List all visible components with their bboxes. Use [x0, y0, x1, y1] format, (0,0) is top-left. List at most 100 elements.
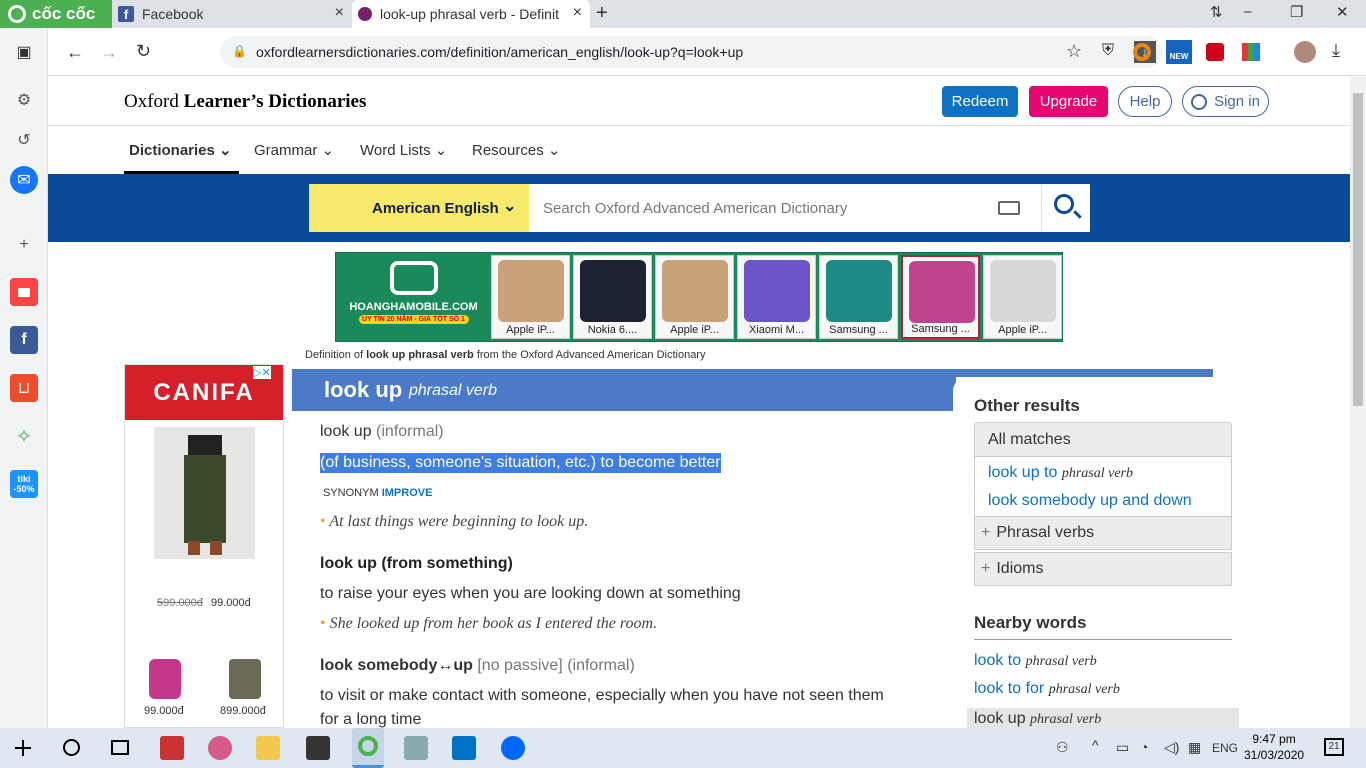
avatar[interactable] [1294, 41, 1316, 63]
site-logo[interactable]: Oxford Learner’s Dictionaries [124, 91, 366, 113]
add-icon[interactable]: + [10, 231, 38, 259]
ad-product[interactable]: Apple iP... [983, 255, 1062, 339]
sidebar-toggle-icon[interactable]: ▣ [10, 38, 38, 66]
ad-brand-block: HOANGHAMOBILE.COM UY TÍN 20 NĂM - GIÁ TỐ… [336, 253, 491, 341]
browser-brand: cốc cốc [32, 4, 96, 23]
ad-product[interactable]: Apple iP... [655, 255, 734, 339]
facebook-icon[interactable]: f [10, 326, 38, 354]
result-link[interactable]: look somebody up and down [988, 492, 1192, 510]
ad-product[interactable]: Nokia 6.... [573, 255, 652, 339]
source-line: Definition of look up phrasal verb from … [305, 349, 706, 361]
task-view-icon[interactable] [111, 740, 129, 755]
nav-word-lists[interactable]: Word Lists ⌄ [360, 141, 447, 159]
input-language[interactable]: ENG [1212, 741, 1238, 755]
coccoc-menu-button[interactable]: cốc cốc [0, 0, 112, 28]
idioms-section[interactable]: + Idioms [974, 552, 1232, 586]
tiki-icon[interactable]: tiki -50% [10, 470, 38, 498]
new-tab-button[interactable]: + [596, 2, 608, 25]
keyboard-icon[interactable] [998, 201, 1020, 215]
back-button[interactable]: ← [66, 42, 84, 63]
shield-icon[interactable]: ⛨ [1102, 42, 1114, 60]
taskbar-app-icon[interactable] [404, 736, 428, 760]
close-tab-icon[interactable]: × [573, 4, 582, 22]
coccoc-logo-icon [8, 5, 26, 23]
sign-in-button[interactable]: Sign in [1182, 86, 1269, 117]
nav-resources[interactable]: Resources ⌄ [472, 141, 560, 159]
tab-facebook[interactable]: f Facebook × [112, 0, 352, 28]
youtube-icon[interactable] [10, 278, 38, 306]
outlook-icon[interactable] [452, 736, 476, 760]
wifi-icon[interactable]: ◔ [1140, 739, 1148, 755]
zalo-icon[interactable] [501, 736, 525, 760]
canifa-ad[interactable]: CANIFA ▷✕ 599.000đ 99.000đ 99.000đ 899.0… [124, 364, 284, 728]
ad-product[interactable]: Samsung ... [819, 255, 898, 339]
file-explorer-icon[interactable] [256, 736, 280, 760]
keyboard-icon[interactable]: ▦ [1188, 739, 1201, 756]
synonym: SYNONYM IMPROVE [323, 487, 433, 499]
product-image [909, 261, 975, 323]
dictionary-select[interactable]: American English ⌄ [309, 184, 529, 232]
lock-icon[interactable]: 🔒 [232, 44, 247, 58]
history-icon[interactable]: ↺ [10, 126, 38, 154]
volume-icon[interactable]: ◁) [1164, 739, 1179, 756]
redeem-button[interactable]: Redeem [942, 86, 1018, 117]
close-window-button[interactable]: ✕ [1336, 3, 1349, 21]
ad-product[interactable]: Apple iP... [491, 255, 570, 339]
notifications-icon[interactable]: 21 [1324, 738, 1344, 756]
extension-grid-icon[interactable] [1242, 43, 1260, 61]
price: 99.000đ [211, 597, 251, 609]
coccoc-extension-icon[interactable]: ✧ [10, 422, 38, 450]
nearby-link[interactable]: look to for phrasal verb [974, 680, 1120, 698]
product-image [229, 659, 261, 699]
synonym-link[interactable]: IMPROVE [382, 487, 433, 499]
forward-button[interactable]: → [100, 42, 118, 63]
people-icon[interactable]: ⚇ [1056, 739, 1069, 756]
other-results-title: Other results [974, 396, 1080, 415]
url-field[interactable]: 🔒 oxfordlearnersdictionaries.com/definit… [220, 36, 1162, 68]
taskbar-paint-icon[interactable] [208, 736, 232, 760]
nearby-current[interactable]: look up phrasal verb [967, 708, 1239, 728]
windows-start-icon[interactable] [15, 740, 31, 756]
nearby-link[interactable]: look to phrasal verb [974, 652, 1097, 670]
scrollbar-thumb[interactable] [1353, 93, 1363, 406]
taskbar-app-icon[interactable] [160, 736, 184, 760]
clock[interactable]: 9:47 pm 31/03/2020 [1244, 731, 1304, 763]
extension-new-icon[interactable]: NEW [1166, 40, 1192, 64]
minimize-button[interactable]: ⎯ [1244, 3, 1252, 20]
settings-icon[interactable]: ⚙ [10, 86, 38, 114]
battery-icon[interactable]: ▭ [1116, 739, 1129, 756]
ad-product[interactable]: Samsung ... [901, 255, 980, 339]
all-matches-tab[interactable]: All matches [974, 422, 1232, 457]
cortana-icon[interactable] [63, 739, 80, 756]
help-button[interactable]: Help [1118, 86, 1172, 117]
result-link[interactable]: look up to phrasal verb [988, 464, 1133, 482]
page-scrollbar[interactable] [1350, 77, 1366, 728]
plus-icon: + [981, 524, 991, 541]
nav-grammar[interactable]: Grammar ⌄ [254, 141, 334, 159]
oxford-favicon-icon [358, 7, 372, 21]
tab-oxford[interactable]: look-up phrasal verb - Definit × [352, 0, 590, 28]
ad-banner[interactable]: HOANGHAMOBILE.COM UY TÍN 20 NĂM - GIÁ TỐ… [335, 252, 1063, 342]
tray-chevron-up-icon[interactable]: ^ [1092, 737, 1099, 753]
product-image [154, 427, 255, 559]
shopee-icon[interactable]: ⊔ [10, 374, 38, 402]
nav-dictionaries[interactable]: Dictionaries ⌄ [129, 141, 232, 159]
phrasal-verbs-section[interactable]: + Phrasal verbs [974, 516, 1232, 550]
bookmark-star-icon[interactable]: ☆ [1066, 41, 1082, 62]
ad-product[interactable]: Xiaomi M... [737, 255, 816, 339]
restore-tabs-icon[interactable]: ⇅ [1210, 3, 1223, 21]
upgrade-button[interactable]: Upgrade [1029, 86, 1108, 117]
ad-tagline: UY TÍN 20 NĂM - GIÁ TỐT SỐ 1 [358, 315, 469, 324]
reload-button[interactable]: ↻ [136, 41, 151, 62]
taskbar-coccoc-active[interactable] [352, 728, 384, 768]
messenger-icon[interactable]: ✉ [10, 166, 38, 194]
downloads-icon[interactable]: ⤓ [1332, 40, 1340, 61]
search-button[interactable] [1041, 184, 1090, 232]
adchoices-icon[interactable]: ▷✕ [253, 366, 271, 379]
close-tab-icon[interactable]: × [335, 4, 344, 22]
search-input[interactable]: Search Oxford Advanced American Dictiona… [529, 184, 1041, 232]
taskbar-notes-icon[interactable] [306, 736, 330, 760]
extension-red-icon[interactable] [1206, 43, 1224, 61]
maximize-button[interactable]: ❐ [1290, 3, 1303, 21]
extension-chrome-icon[interactable] [1133, 43, 1151, 61]
